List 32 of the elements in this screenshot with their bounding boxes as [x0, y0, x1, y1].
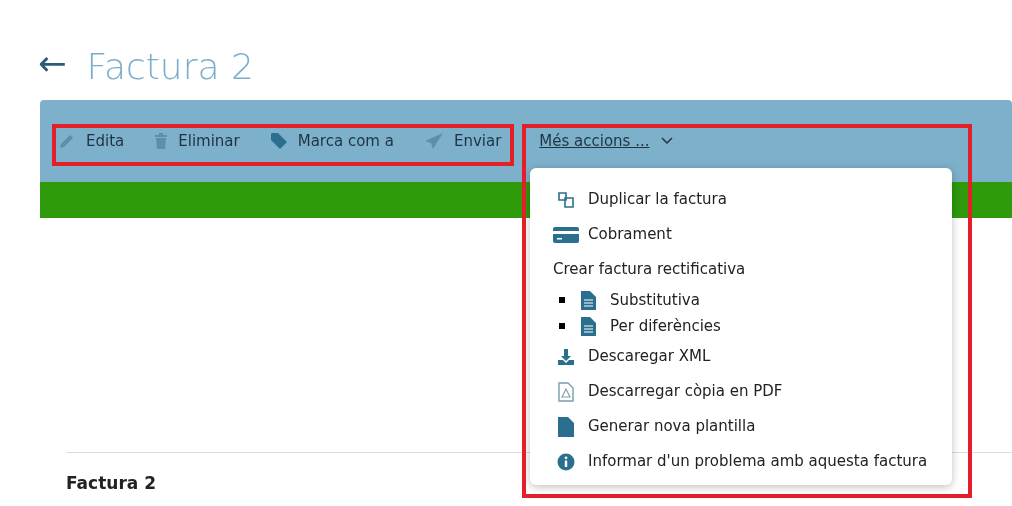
toolbar-button[interactable]: Eliminar — [154, 129, 240, 153]
credit-card-icon — [553, 225, 579, 244]
more-actions-dropdown[interactable]: Més accions ... — [539, 129, 674, 153]
page-title: Factura 2 — [86, 49, 254, 85]
menu-item[interactable]: Informar d'un problema amb aquesta factura — [530, 444, 952, 479]
pencil-icon — [58, 132, 76, 150]
file-icon — [558, 416, 574, 437]
document-icon — [581, 316, 596, 336]
tag-icon — [269, 132, 288, 150]
menu-heading: Crear factura rectificativa — [552, 259, 747, 281]
info-icon — [557, 452, 575, 471]
copy-icon — [556, 189, 576, 210]
menu-item[interactable]: Generar nova plantilla — [530, 409, 952, 444]
toolbar-button[interactable]: Enviar — [423, 129, 502, 153]
menu-item[interactable]: Descaregar XML — [530, 339, 952, 374]
menu-item[interactable]: Substitutiva — [610, 288, 700, 312]
pdf-file-icon — [558, 381, 574, 402]
chevron-icon — [661, 137, 674, 145]
menu-item[interactable]: Descarregar còpia en PDF — [530, 374, 952, 409]
menu-item[interactable]: Cobrament — [530, 217, 952, 252]
toolbar-button[interactable]: Edita — [58, 129, 125, 153]
section-title: Factura 2 — [66, 472, 157, 495]
document-icon — [581, 290, 596, 310]
bullet-icon — [559, 323, 565, 329]
bullet-icon — [559, 297, 565, 303]
menu-item[interactable]: Duplicar la factura — [530, 182, 952, 217]
trash-icon — [154, 132, 169, 150]
paper-plane-icon — [423, 132, 444, 150]
back-link[interactable]: ← — [38, 46, 67, 80]
menu-item[interactable]: Per diferències — [610, 314, 721, 338]
download-icon — [557, 347, 575, 366]
toolbar-button[interactable]: Marca com a — [269, 129, 394, 153]
